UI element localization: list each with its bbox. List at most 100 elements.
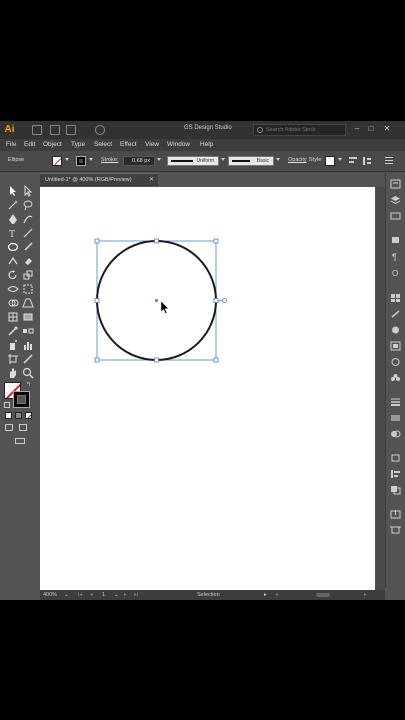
profile-dropdown-icon[interactable] (221, 158, 225, 161)
shape-builder-tool-icon[interactable] (7, 297, 19, 309)
asset-export-icon[interactable] (390, 509, 401, 519)
line-segment-tool-icon[interactable] (22, 227, 34, 239)
fill-swatch[interactable] (52, 156, 62, 166)
stroke-swatch[interactable] (76, 156, 86, 166)
drawing-mode-icon[interactable] (5, 424, 13, 431)
opacity-label[interactable]: Opacity (288, 157, 307, 163)
width-tool-icon[interactable] (7, 283, 19, 295)
menu-object[interactable]: Object (43, 141, 62, 148)
blend-tool-icon[interactable] (22, 325, 34, 337)
type-tool-icon[interactable]: T (7, 227, 19, 239)
eraser-tool-icon[interactable] (22, 255, 34, 267)
color-icon[interactable] (390, 235, 401, 245)
current-tool-status[interactable]: Selection (197, 592, 220, 598)
stroke-panel-icon[interactable] (390, 397, 401, 407)
zoom-dropdown-icon[interactable]: ⌄ (64, 592, 69, 598)
direct-selection-tool-icon[interactable] (22, 185, 34, 197)
search-input[interactable] (266, 125, 344, 135)
scroll-left-icon[interactable]: ◂ (275, 592, 278, 598)
free-transform-tool-icon[interactable] (22, 283, 34, 295)
brush-definition[interactable]: Basic (228, 156, 274, 166)
menu-window[interactable]: Window (167, 141, 190, 148)
eyedropper-tool-icon[interactable] (7, 325, 19, 337)
selection-tool-icon[interactable] (7, 185, 19, 197)
swatches-icon[interactable] (390, 293, 401, 303)
stroke-weight-field[interactable]: 0.68 px (123, 156, 155, 166)
stroke-dropdown-icon[interactable] (89, 158, 93, 161)
artboard-number[interactable]: 1 (102, 592, 105, 598)
gpu-performance-icon[interactable] (95, 125, 105, 135)
menu-edit[interactable]: Edit (24, 141, 35, 148)
stroke-label[interactable]: Stroke: (101, 157, 118, 163)
mesh-tool-icon[interactable] (7, 311, 19, 323)
menu-view[interactable]: View (145, 141, 159, 148)
symbol-sprayer-tool-icon[interactable] (7, 339, 19, 351)
symbols-icon[interactable] (390, 325, 401, 335)
panel-menu-icon[interactable] (384, 156, 394, 166)
last-artboard-icon[interactable]: ▸| (134, 592, 138, 598)
magic-wand-tool-icon[interactable] (7, 199, 19, 211)
artboard-dropdown-icon[interactable]: ⌄ (114, 592, 119, 598)
maximize-button[interactable]: □ (364, 123, 378, 135)
properties-icon[interactable] (390, 179, 401, 189)
close-tab-icon[interactable]: ✕ (149, 176, 154, 183)
none-mode-icon[interactable] (25, 412, 32, 419)
lasso-tool-icon[interactable] (22, 199, 34, 211)
pen-tool-icon[interactable] (7, 213, 19, 225)
opentype-icon[interactable]: O (390, 267, 401, 277)
transparency-icon[interactable] (390, 429, 401, 439)
workspace-switcher[interactable]: GS Design Studio (184, 125, 232, 131)
align-panel-icon[interactable] (390, 469, 401, 479)
paragraph-icon[interactable]: ¶ (390, 251, 401, 261)
rotate-tool-icon[interactable] (7, 269, 19, 281)
style-dropdown-icon[interactable] (338, 158, 342, 161)
gradient-mode-icon[interactable] (15, 412, 22, 419)
artboard[interactable] (40, 187, 375, 590)
clubs-symbol-icon[interactable] (390, 373, 401, 383)
shaper-tool-icon[interactable] (7, 255, 19, 267)
layers-icon[interactable] (390, 195, 401, 205)
zoom-level[interactable]: 400% (43, 592, 57, 598)
swap-fill-stroke-icon[interactable]: ↰ (26, 381, 31, 388)
pie-widget-handle[interactable] (222, 298, 227, 303)
canvas[interactable] (40, 187, 375, 590)
pathfinder-icon[interactable] (390, 485, 401, 495)
menu-help[interactable]: Help (200, 141, 213, 148)
default-fill-stroke-icon[interactable] (4, 402, 10, 408)
status-menu-icon[interactable]: ▸ (264, 592, 267, 598)
screen-mode-icon[interactable] (19, 424, 27, 431)
paintbrush-tool-icon[interactable] (22, 241, 34, 253)
color-mode-icon[interactable] (5, 412, 12, 419)
scroll-right-icon[interactable]: ▸ (364, 592, 367, 598)
perspective-grid-tool-icon[interactable] (22, 297, 34, 309)
fill-dropdown-icon[interactable] (65, 158, 69, 161)
artboard-tool-icon[interactable] (7, 353, 19, 365)
menu-effect[interactable]: Effect (120, 141, 137, 148)
edit-toolbar-icon[interactable] (15, 438, 25, 444)
graphic-style-swatch[interactable] (325, 156, 335, 166)
hand-tool-icon[interactable] (7, 367, 19, 379)
vertical-scrollbar[interactable] (376, 187, 385, 590)
gradient-tool-icon[interactable] (22, 311, 34, 323)
menu-select[interactable]: Select (94, 141, 112, 148)
transform-icon[interactable] (362, 156, 372, 166)
curvature-tool-icon[interactable] (22, 213, 34, 225)
libraries-icon[interactable] (390, 211, 401, 221)
horizontal-scroll-thumb[interactable] (316, 593, 330, 597)
scale-tool-icon[interactable] (22, 269, 34, 281)
stock-icon[interactable] (50, 125, 60, 135)
zoom-tool-icon[interactable] (22, 367, 34, 379)
stroke-weight-dropdown-icon[interactable] (157, 158, 161, 161)
transform-panel-icon[interactable] (390, 453, 401, 463)
align-icon[interactable] (348, 156, 358, 166)
gradient-panel-icon[interactable] (390, 413, 401, 423)
first-artboard-icon[interactable]: |◂ (78, 592, 82, 598)
menu-file[interactable]: File (6, 141, 16, 148)
arrange-documents-icon[interactable] (66, 125, 76, 135)
brushes-icon[interactable] (390, 309, 401, 319)
previous-artboard-icon[interactable]: ◂ (90, 592, 93, 598)
bridge-icon[interactable] (32, 125, 42, 135)
next-artboard-icon[interactable]: ▸ (124, 592, 127, 598)
appearance-icon[interactable] (390, 357, 401, 367)
tab-untitled-1[interactable]: Untitled-1* @ 400% (RGB/Preview) ✕ (40, 173, 158, 186)
